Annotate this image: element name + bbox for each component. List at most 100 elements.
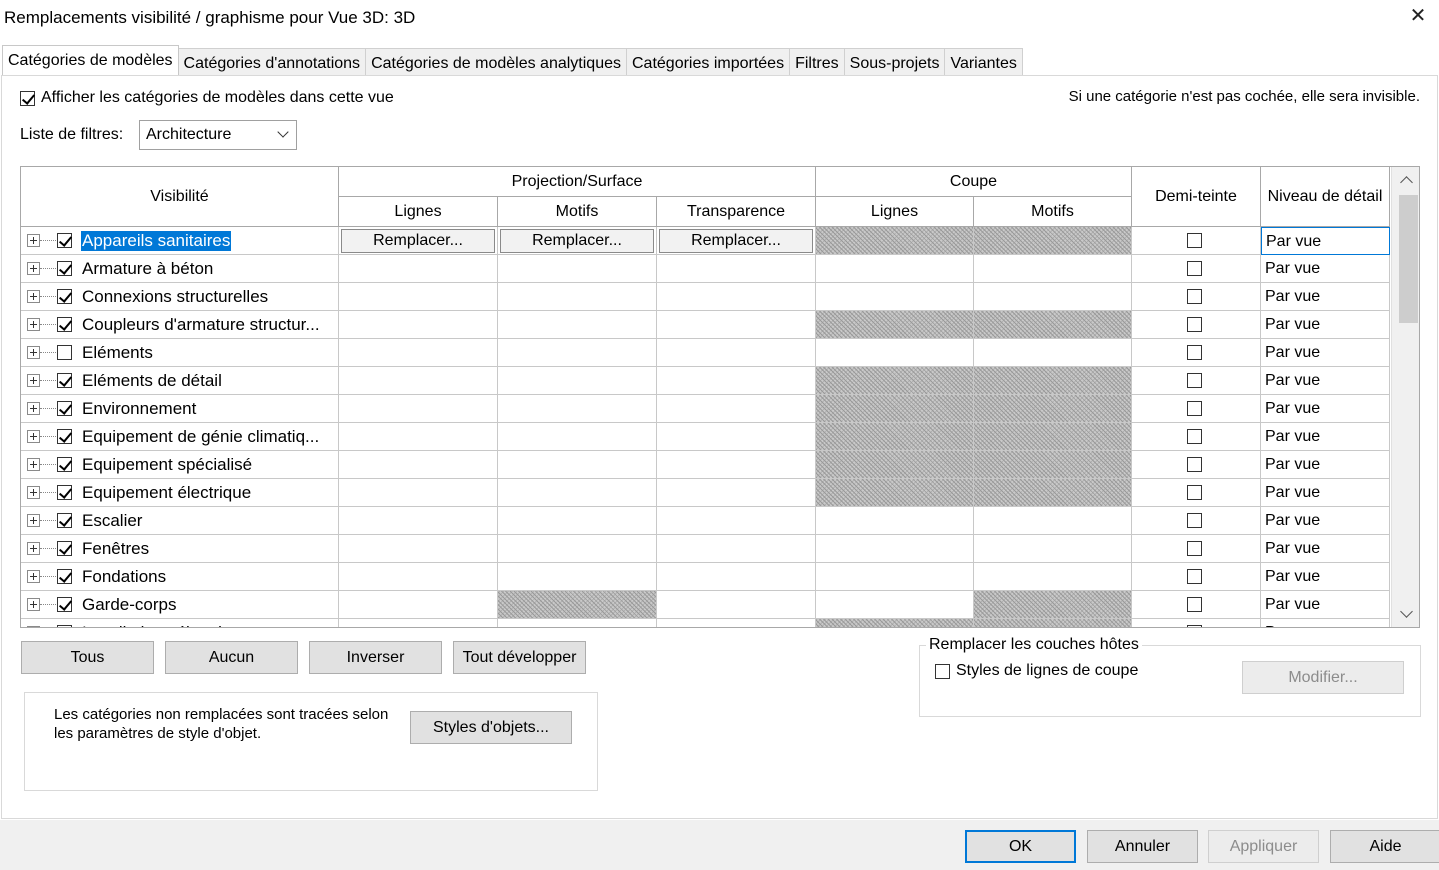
halftone-cell[interactable]: [1132, 311, 1261, 339]
projection-lines-cell[interactable]: [339, 479, 498, 507]
tab-design-options[interactable]: Variantes: [944, 48, 1023, 76]
expand-plus-icon[interactable]: [27, 262, 40, 275]
detail-level-cell[interactable]: Par vue: [1261, 311, 1390, 339]
close-icon[interactable]: ✕: [1405, 4, 1431, 30]
invert-button[interactable]: Inverser: [309, 641, 442, 674]
halftone-cell[interactable]: [1132, 563, 1261, 591]
projection-patterns-cell[interactable]: [498, 395, 657, 423]
projection-lines-cell[interactable]: [339, 339, 498, 367]
tab-filters[interactable]: Filtres: [789, 48, 845, 76]
halftone-cell[interactable]: [1132, 395, 1261, 423]
detail-level-cell[interactable]: Par vue: [1261, 227, 1390, 255]
expand-plus-icon[interactable]: [27, 598, 40, 611]
cut-lines-cell[interactable]: [816, 507, 974, 535]
category-cell[interactable]: Installations électriques: [21, 619, 339, 627]
header-detail-level[interactable]: Niveau de détail: [1261, 167, 1390, 227]
visibility-checkbox[interactable]: [57, 401, 72, 416]
table-row[interactable]: Equipement de génie climatiq... Par vue: [21, 423, 1390, 451]
cut-lines-cell[interactable]: [816, 339, 974, 367]
visibility-checkbox[interactable]: [57, 429, 72, 444]
all-button[interactable]: Tous: [21, 641, 154, 674]
help-button[interactable]: Aide: [1330, 830, 1439, 863]
table-row[interactable]: Eléments Par vue: [21, 339, 1390, 367]
projection-patterns-cell[interactable]: [498, 311, 657, 339]
header-projection-patterns[interactable]: Motifs: [498, 197, 657, 227]
halftone-cell[interactable]: [1132, 619, 1261, 627]
projection-lines-cell[interactable]: [339, 423, 498, 451]
projection-lines-cell[interactable]: [339, 395, 498, 423]
modify-button[interactable]: Modifier...: [1242, 661, 1404, 694]
projection-patterns-cell[interactable]: [498, 563, 657, 591]
expand-plus-icon[interactable]: [27, 514, 40, 527]
halftone-checkbox[interactable]: [1187, 429, 1202, 444]
header-visibility[interactable]: Visibilité: [21, 167, 339, 227]
halftone-checkbox[interactable]: [1187, 317, 1202, 332]
table-row[interactable]: Appareils sanitaires Remplacer... Remplace…: [21, 227, 1390, 255]
cut-patterns-cell[interactable]: [974, 563, 1132, 591]
halftone-checkbox[interactable]: [1187, 541, 1202, 556]
table-row[interactable]: Escalier Par vue: [21, 507, 1390, 535]
projection-lines-cell[interactable]: [339, 507, 498, 535]
expand-plus-icon[interactable]: [27, 290, 40, 303]
none-button[interactable]: Aucun: [165, 641, 298, 674]
projection-patterns-cell[interactable]: [498, 479, 657, 507]
table-row[interactable]: Equipement électrique Par vue: [21, 479, 1390, 507]
show-categories-checkbox[interactable]: [20, 90, 35, 106]
expand-plus-icon[interactable]: [27, 374, 40, 387]
category-cell[interactable]: Fondations: [21, 563, 339, 591]
expand-plus-icon[interactable]: [27, 626, 40, 627]
show-categories-option[interactable]: Afficher les catégories de modèles dans …: [20, 89, 394, 107]
visibility-checkbox[interactable]: [57, 457, 72, 472]
halftone-cell[interactable]: [1132, 367, 1261, 395]
tab-analytical-model-categories[interactable]: Catégories de modèles analytiques: [365, 48, 627, 76]
table-row[interactable]: Environnement Par vue: [21, 395, 1390, 423]
detail-level-cell[interactable]: Par vue: [1261, 423, 1390, 451]
detail-level-cell[interactable]: Par vue: [1261, 339, 1390, 367]
expand-plus-icon[interactable]: [27, 458, 40, 471]
tab-imported-categories[interactable]: Catégories importées: [626, 48, 791, 76]
tab-model-categories[interactable]: Catégories de modèles: [2, 45, 179, 75]
projection-lines-cell[interactable]: [339, 591, 498, 619]
category-cell[interactable]: Equipement électrique: [21, 479, 339, 507]
projection-patterns-cell[interactable]: [498, 451, 657, 479]
cut-lines-cell[interactable]: [816, 563, 974, 591]
expand-plus-icon[interactable]: [27, 542, 40, 555]
cut-lines-cell[interactable]: [816, 535, 974, 563]
halftone-cell[interactable]: [1132, 479, 1261, 507]
detail-level-cell[interactable]: Par vue: [1261, 451, 1390, 479]
projection-lines-cell[interactable]: [339, 255, 498, 283]
projection-patterns-cell[interactable]: [498, 283, 657, 311]
projection-lines-cell[interactable]: [339, 535, 498, 563]
projection-patterns-cell[interactable]: [498, 255, 657, 283]
transparency-cell[interactable]: [657, 451, 816, 479]
transparency-cell[interactable]: [657, 283, 816, 311]
halftone-cell[interactable]: [1132, 451, 1261, 479]
category-cell[interactable]: Environnement: [21, 395, 339, 423]
override-button[interactable]: Remplacer...: [659, 228, 813, 253]
projection-patterns-cell[interactable]: [498, 507, 657, 535]
override-button[interactable]: Remplacer...: [341, 228, 495, 253]
transparency-cell[interactable]: [657, 591, 816, 619]
cut-patterns-cell[interactable]: [974, 283, 1132, 311]
category-cell[interactable]: Armature à béton: [21, 255, 339, 283]
expand-plus-icon[interactable]: [27, 486, 40, 499]
transparency-cell[interactable]: [657, 507, 816, 535]
detail-level-cell[interactable]: Par vue: [1261, 619, 1390, 627]
halftone-cell[interactable]: [1132, 423, 1261, 451]
transparency-cell[interactable]: [657, 311, 816, 339]
halftone-checkbox[interactable]: [1187, 373, 1202, 388]
visibility-checkbox[interactable]: [57, 569, 72, 584]
header-projection-lines[interactable]: Lignes: [339, 197, 498, 227]
cut-patterns-cell[interactable]: [974, 339, 1132, 367]
override-button[interactable]: Remplacer...: [500, 228, 654, 253]
cut-patterns-cell[interactable]: [974, 507, 1132, 535]
scroll-down-icon[interactable]: [1392, 601, 1419, 627]
cut-line-styles-checkbox[interactable]: [935, 663, 950, 679]
halftone-checkbox[interactable]: [1187, 597, 1202, 612]
transparency-cell[interactable]: [657, 563, 816, 591]
halftone-cell[interactable]: [1132, 255, 1261, 283]
transparency-cell[interactable]: [657, 619, 816, 627]
tab-worksets[interactable]: Sous-projets: [843, 48, 946, 76]
visibility-checkbox[interactable]: [57, 625, 72, 627]
projection-patterns-cell[interactable]: [498, 339, 657, 367]
